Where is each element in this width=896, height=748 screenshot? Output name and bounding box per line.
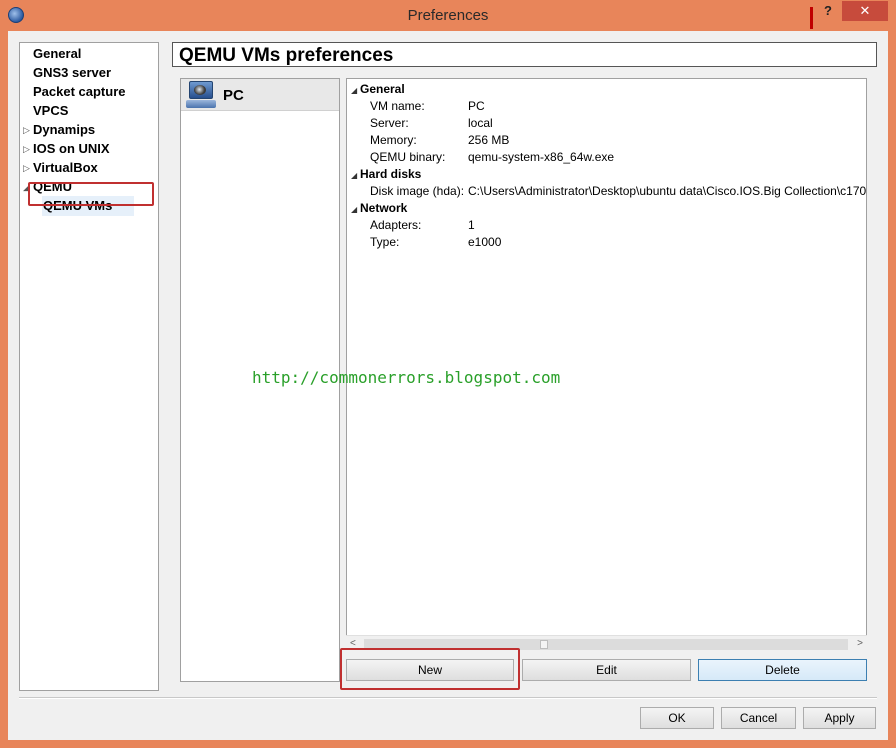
annotation-highlight-qemu-vms bbox=[28, 182, 154, 206]
row-key: QEMU binary: bbox=[370, 150, 446, 164]
help-button[interactable]: ? bbox=[815, 1, 841, 23]
vm-item-label: PC bbox=[223, 87, 244, 104]
nav-item-vpcs[interactable]: VPCS bbox=[33, 103, 68, 118]
page-header: QEMU VMs preferences bbox=[172, 42, 877, 67]
close-button[interactable]: ✕ bbox=[842, 1, 888, 21]
row-key: Server: bbox=[370, 116, 409, 130]
row-value: e1000 bbox=[468, 235, 502, 249]
nav-item-ios-on-unix[interactable]: IOS on UNIX bbox=[33, 141, 110, 156]
row-value: qemu-system-x86_64w.exe bbox=[468, 150, 615, 164]
delete-button[interactable]: Delete bbox=[698, 659, 867, 681]
nav-item-packet-capture[interactable]: Packet capture bbox=[33, 84, 126, 99]
row-value: local bbox=[468, 116, 493, 130]
expand-arrow-icon[interactable]: ▷ bbox=[23, 125, 30, 136]
row-key: Type: bbox=[370, 235, 400, 249]
expand-arrow-icon[interactable]: ▷ bbox=[23, 144, 30, 155]
preferences-nav-tree[interactable]: General GNS3 server Packet capture VPCS … bbox=[19, 42, 159, 691]
section-hard-disks: Hard disks bbox=[360, 167, 422, 181]
page-title: QEMU VMs preferences bbox=[179, 45, 394, 66]
section-general: General bbox=[360, 82, 405, 96]
nav-item-general[interactable]: General bbox=[33, 46, 81, 61]
row-key: Disk image (hda): bbox=[370, 184, 465, 198]
scroll-thumb[interactable] bbox=[540, 640, 548, 649]
nav-item-dynamips[interactable]: Dynamips bbox=[33, 122, 95, 137]
nav-item-gns3-server[interactable]: GNS3 server bbox=[33, 65, 111, 80]
row-value: C:\Users\Administrator\Desktop\ubuntu da… bbox=[468, 184, 867, 198]
section-collapse-icon[interactable]: ◢ bbox=[351, 86, 357, 95]
row-key: VM name: bbox=[370, 99, 425, 113]
nav-item-virtualbox[interactable]: VirtualBox bbox=[33, 160, 98, 175]
list-item[interactable]: PC bbox=[181, 79, 339, 111]
annotation-highlight-new bbox=[340, 648, 520, 690]
ok-button[interactable]: OK bbox=[640, 707, 714, 729]
cancel-button[interactable]: Cancel bbox=[721, 707, 796, 729]
annotation-mark bbox=[810, 7, 813, 29]
row-key: Adapters: bbox=[370, 218, 422, 232]
section-collapse-icon[interactable]: ◢ bbox=[351, 171, 357, 180]
preferences-window: Preferences ? ✕ General GNS3 server Pack… bbox=[0, 0, 896, 748]
section-network: Network bbox=[360, 201, 408, 215]
vm-details-tree[interactable]: ◢ General VM name: PC Server: local Memo… bbox=[346, 78, 867, 651]
title-bar[interactable]: Preferences ? ✕ bbox=[0, 0, 896, 32]
apply-button[interactable]: Apply bbox=[803, 707, 876, 729]
section-collapse-icon[interactable]: ◢ bbox=[351, 205, 357, 214]
row-value: 1 bbox=[468, 218, 475, 232]
window-title: Preferences bbox=[407, 7, 489, 24]
watermark-text: http://commonerrors.blogspot.com bbox=[252, 368, 561, 387]
scroll-right-icon[interactable]: > bbox=[857, 638, 863, 649]
row-key: Memory: bbox=[370, 133, 417, 147]
row-value: 256 MB bbox=[468, 133, 510, 147]
row-value: PC bbox=[468, 99, 485, 113]
divider bbox=[19, 698, 877, 699]
pc-icon bbox=[186, 81, 216, 108]
edit-button[interactable]: Edit bbox=[522, 659, 691, 681]
expand-arrow-icon[interactable]: ▷ bbox=[23, 163, 30, 174]
